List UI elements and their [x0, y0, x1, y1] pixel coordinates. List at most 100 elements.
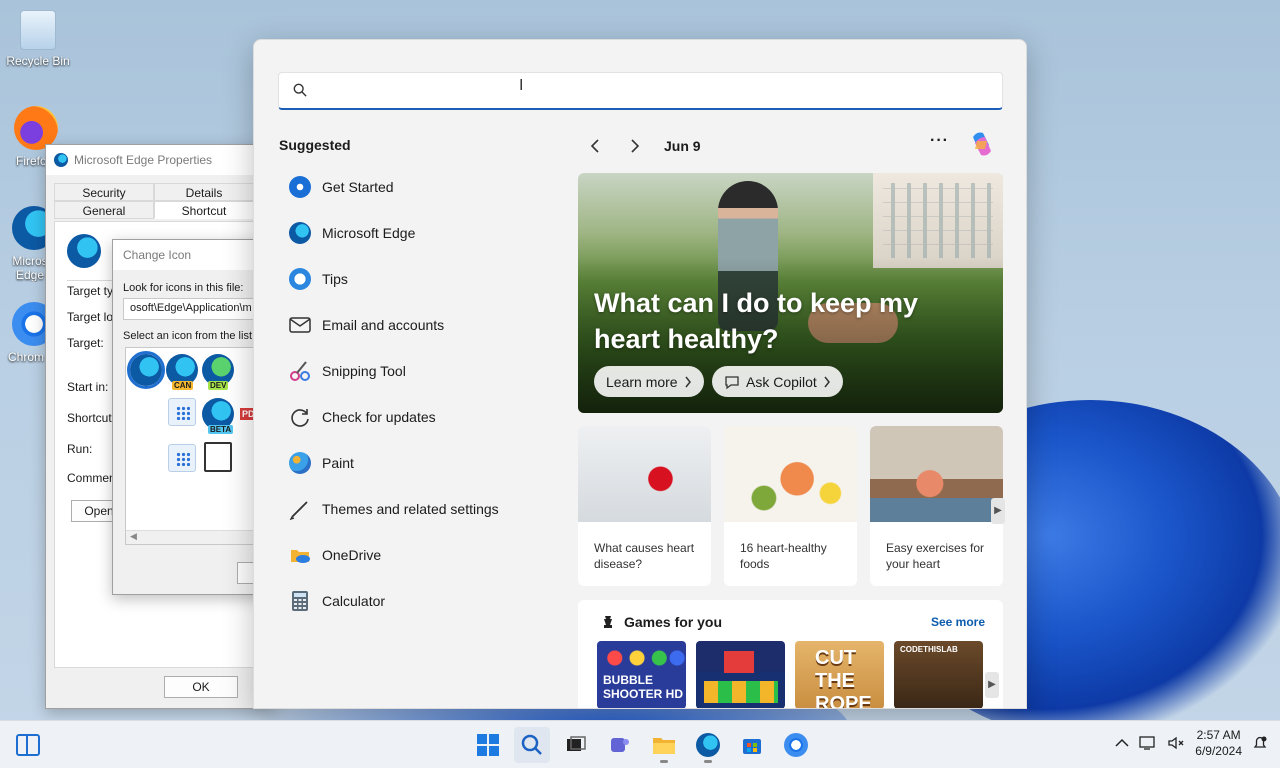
- suggested-item-label: Calculator: [322, 593, 386, 609]
- dev-badge: DEV: [208, 381, 229, 390]
- games-heading: Games for you: [600, 614, 722, 630]
- ask-copilot-button[interactable]: Ask Copilot: [712, 366, 843, 397]
- network-icon[interactable]: [1139, 735, 1157, 751]
- article-card[interactable]: What causes heart disease?: [578, 426, 711, 586]
- suggested-item-label: Email and accounts: [322, 317, 445, 333]
- edge-icon: [54, 153, 68, 167]
- edge-icon: [67, 234, 101, 268]
- desktop-icon-recycle-bin[interactable]: Recycle Bin: [0, 10, 76, 68]
- suggested-item-snipping-tool[interactable]: Snipping Tool: [278, 348, 548, 394]
- suggested-item-label: Check for updates: [322, 409, 436, 425]
- chrome-button[interactable]: [778, 727, 814, 763]
- edge-dev-icon[interactable]: DEV: [202, 354, 234, 390]
- edge-icon: [288, 221, 312, 245]
- feed-date: Jun 9: [664, 138, 701, 154]
- teams-button[interactable]: [602, 727, 638, 763]
- icon-file-path-input[interactable]: osoft\Edge\Application\m: [123, 298, 273, 320]
- search-icon: [521, 734, 542, 755]
- select-icon-label: Select an icon from the list: [123, 330, 253, 342]
- chevron-right-icon: [685, 376, 691, 387]
- game-tile-label: CUT THE ROPE: [815, 647, 872, 709]
- suggested-item-get-started[interactable]: Get Started: [278, 164, 548, 210]
- learn-more-label: Learn more: [606, 373, 678, 390]
- properties-tabs: Security Details General Shortcut: [54, 183, 274, 219]
- chevron-left-icon[interactable]: [584, 135, 606, 157]
- tab-security[interactable]: Security: [54, 183, 154, 201]
- taskbar-clock[interactable]: 2:57 AM 6/9/2024: [1195, 727, 1242, 759]
- edge-beta-icon[interactable]: BETA: [202, 398, 234, 434]
- hero-headline: What can I do to keep my heart healthy?: [594, 288, 919, 354]
- suggested-item-themes[interactable]: Themes and related settings: [278, 486, 548, 532]
- horizontal-scrollbar[interactable]: ◀: [126, 530, 274, 544]
- chevron-up-icon[interactable]: [1115, 738, 1129, 748]
- desktop-icon-label: Recycle Bin: [6, 54, 70, 68]
- article-card[interactable]: Easy exercises for your heart: [870, 426, 1003, 586]
- change-icon-title: Change Icon: [113, 240, 271, 270]
- learn-more-button[interactable]: Learn more: [594, 366, 704, 397]
- change-icon-dialog: Change Icon Look for icons in this file:…: [112, 239, 275, 595]
- game-tile-cut-the-rope[interactable]: CUT THE ROPE: [795, 641, 884, 709]
- suggested-item-tips[interactable]: Tips: [278, 256, 548, 302]
- heart-image: [578, 426, 711, 522]
- file-explorer-button[interactable]: [646, 727, 682, 763]
- clock-date: 6/9/2024: [1195, 744, 1242, 758]
- app-grid-icon[interactable]: [168, 444, 196, 472]
- document-icon[interactable]: [204, 442, 232, 472]
- exercise-image: [870, 426, 1003, 522]
- see-more-link[interactable]: See more: [931, 615, 985, 629]
- widgets-icon[interactable]: [16, 734, 40, 756]
- edge-button[interactable]: [690, 727, 726, 763]
- update-icon: [288, 405, 312, 429]
- game-tile-bubble-shooter[interactable]: BUBBLE SHOOTER HD: [597, 641, 686, 708]
- store-button[interactable]: [734, 727, 770, 763]
- chess-piece-icon: [604, 616, 612, 628]
- start-icon: [477, 734, 499, 756]
- edge-canary-icon[interactable]: CAN: [166, 354, 198, 390]
- field-label: Start in:: [67, 380, 109, 394]
- volume-muted-icon[interactable]: [1167, 735, 1185, 751]
- suggested-item-label: Microsoft Edge: [322, 225, 416, 241]
- recycle-bin-icon: [20, 10, 56, 50]
- suggested-item-edge[interactable]: Microsoft Edge: [278, 210, 548, 256]
- start-button[interactable]: [470, 727, 506, 763]
- scroll-right-arrow[interactable]: ▶: [991, 498, 1005, 524]
- calculator-icon: [288, 589, 312, 613]
- game-tile-chess[interactable]: CODETHISLAB: [894, 641, 983, 708]
- hero-card[interactable]: What can I do to keep my heart healthy? …: [578, 173, 1003, 413]
- clock-time: 2:57 AM: [1196, 728, 1241, 742]
- more-options-button[interactable]: ···: [930, 132, 949, 150]
- suggested-item-calculator[interactable]: Calculator: [278, 578, 548, 624]
- edge-icon[interactable]: [127, 351, 165, 389]
- running-indicator: [704, 760, 712, 763]
- article-cards: What causes heart disease? 16 heart-heal…: [578, 426, 1005, 586]
- suggested-item-email[interactable]: Email and accounts: [278, 302, 548, 348]
- tab-shortcut[interactable]: Shortcut: [154, 201, 254, 219]
- scroll-right-arrow[interactable]: ▶: [985, 672, 999, 698]
- suggested-item-label: Themes and related settings: [322, 501, 499, 517]
- article-caption: Easy exercises for your heart: [886, 541, 985, 571]
- search-input[interactable]: [319, 79, 979, 103]
- chrome-icon: [784, 733, 808, 757]
- onedrive-icon: [288, 543, 312, 567]
- search-button[interactable]: [514, 727, 550, 763]
- search-box[interactable]: I: [278, 72, 1003, 110]
- app-grid-icon[interactable]: [168, 398, 196, 426]
- chevron-right-icon[interactable]: [624, 135, 646, 157]
- suggested-item-paint[interactable]: Paint: [278, 440, 548, 486]
- suggested-item-label: OneDrive: [322, 547, 382, 563]
- copilot-icon[interactable]: [967, 129, 997, 159]
- properties-titlebar[interactable]: Microsoft Edge Properties: [46, 145, 274, 175]
- chevron-right-icon: [824, 376, 830, 387]
- suggested-item-check-updates[interactable]: Check for updates: [278, 394, 548, 440]
- taskbar: 2:57 AM 6/9/2024: [0, 720, 1280, 768]
- tab-details[interactable]: Details: [154, 183, 254, 201]
- suggested-item-label: Paint: [322, 455, 354, 471]
- tab-general[interactable]: General: [54, 201, 154, 219]
- article-card[interactable]: 16 heart-healthy foods: [724, 426, 857, 586]
- notification-icon[interactable]: [1252, 735, 1268, 751]
- game-tile-blocks[interactable]: [696, 641, 785, 708]
- ok-button[interactable]: OK: [164, 676, 238, 698]
- task-view-button[interactable]: [558, 727, 594, 763]
- taskbar-apps: [470, 727, 814, 763]
- suggested-item-onedrive[interactable]: OneDrive: [278, 532, 548, 578]
